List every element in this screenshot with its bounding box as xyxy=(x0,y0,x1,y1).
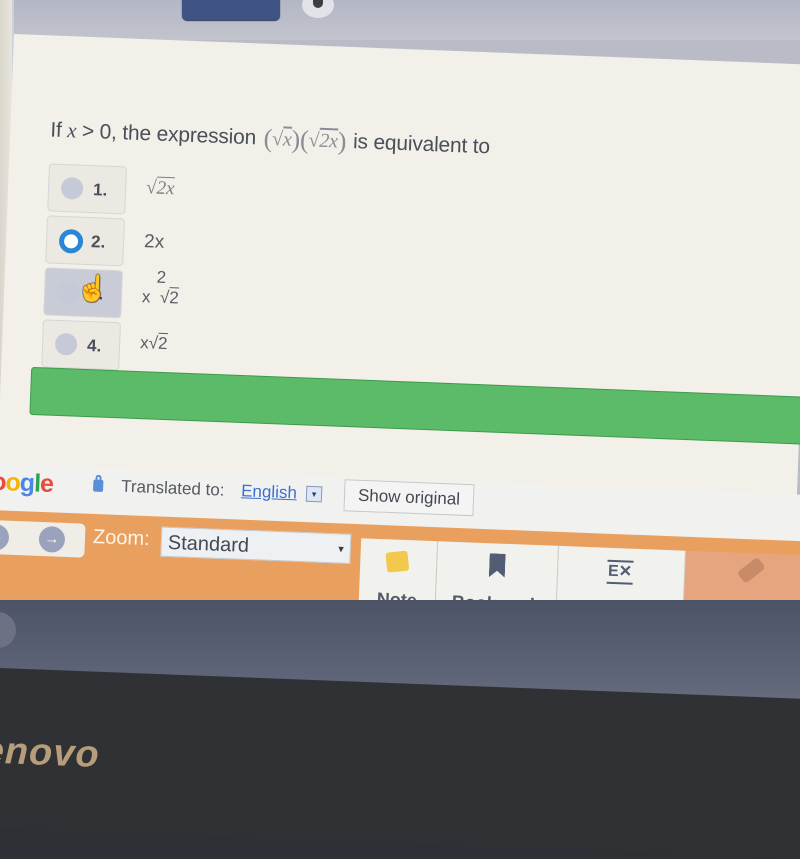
zoom-label: Zoom: xyxy=(92,525,151,551)
brand-logo: enovo xyxy=(0,729,101,776)
expression-factor-2: 2x xyxy=(318,129,339,153)
radio-button-selected[interactable] xyxy=(58,228,84,254)
translated-to-label: Translated to: xyxy=(120,476,225,500)
top-strip xyxy=(0,0,800,40)
answer-text: 2x xyxy=(143,231,165,253)
question-suffix: is equivalent to xyxy=(352,130,491,159)
highlighter-icon xyxy=(736,556,766,584)
laptop-bezel: enovo xyxy=(0,668,800,859)
zoom-select[interactable]: Standard ▾ xyxy=(160,526,352,564)
answer-radicand: 2 xyxy=(168,288,180,308)
bookmark-icon xyxy=(489,553,506,578)
question-prefix: If xyxy=(49,118,68,143)
answer-base: x xyxy=(141,287,151,307)
note-icon xyxy=(385,550,410,573)
question-text: If x > 0, the expression (√x)(√2x) is eq… xyxy=(50,115,491,162)
info-icon[interactable] xyxy=(302,0,334,18)
chevron-down-icon: ▾ xyxy=(337,543,344,556)
answer-3: 2 x √2 xyxy=(141,267,180,308)
answer-radicand: 2x xyxy=(156,177,175,200)
question-condition: > 0, the expression xyxy=(75,119,263,150)
choice-1[interactable]: 1. xyxy=(47,163,127,215)
answer-exponent: 2 xyxy=(156,267,167,288)
review-button[interactable] xyxy=(182,0,280,20)
next-arrow-icon[interactable]: → xyxy=(38,525,66,553)
language-link[interactable]: English xyxy=(241,481,297,503)
choice-number: 4. xyxy=(86,336,102,356)
radio-button[interactable] xyxy=(60,176,84,200)
answer-base: x xyxy=(139,333,150,353)
submit-bar[interactable] xyxy=(29,366,800,445)
screen: If x > 0, the expression (√x)(√2x) is eq… xyxy=(0,0,800,660)
lock-icon xyxy=(93,479,104,492)
language-dropdown-icon[interactable]: ▾ xyxy=(305,485,323,503)
hand-cursor-icon: ☝ xyxy=(75,272,110,304)
choice-2[interactable]: 2. xyxy=(45,215,126,267)
question-expression: (√x)(√2x) xyxy=(263,123,347,156)
nav-buttons: ← → xyxy=(0,519,86,558)
answer-radicand: 2 xyxy=(157,333,168,354)
choice-4[interactable]: 4. xyxy=(41,319,122,371)
answer-4: x√2 xyxy=(139,333,168,354)
answer-2: 2x xyxy=(144,231,165,254)
google-logo: oogle xyxy=(0,467,54,499)
question-panel: If x > 0, the expression (√x)(√2x) is eq… xyxy=(0,34,800,505)
answer-1: √2x xyxy=(145,177,175,200)
show-original-button[interactable]: Show original xyxy=(343,479,475,517)
zoom-value: Standard xyxy=(167,531,250,557)
choice-number: 2. xyxy=(90,232,106,252)
choice-number: 1. xyxy=(92,180,108,200)
eliminator-icon: E✕ xyxy=(606,559,634,585)
radio-button[interactable] xyxy=(54,332,78,356)
previous-arrow-icon[interactable]: ← xyxy=(0,523,10,551)
